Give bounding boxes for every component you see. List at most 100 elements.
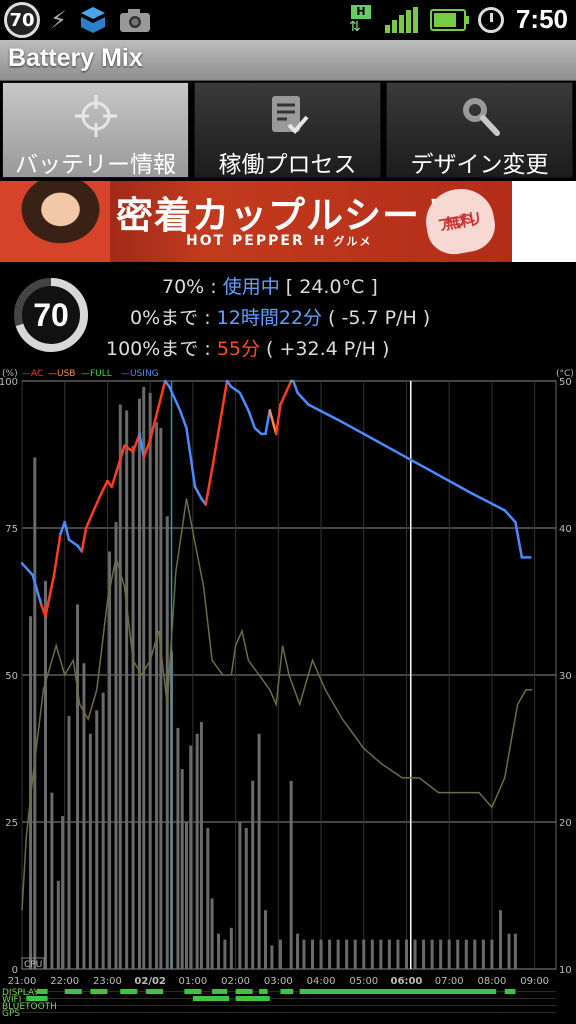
cpu-bar <box>270 945 274 969</box>
clock: 7:50 <box>515 4 568 34</box>
tab-battery-info[interactable]: バッテリー情報 <box>2 82 189 178</box>
cpu-bar <box>67 716 71 969</box>
cpu-bar <box>430 939 434 969</box>
status-segment <box>145 989 163 994</box>
cpu-bar <box>50 792 54 969</box>
cpu-bar <box>362 939 366 969</box>
cpu-bar <box>379 939 383 969</box>
cpu-bar <box>180 769 184 969</box>
cpu-bar <box>210 898 214 969</box>
ad-image[interactable]: 密着カップルシート HOT PEPPER H グルメ 無料 アプリ <box>0 181 512 262</box>
cpu-bar <box>328 939 332 969</box>
battery-line-segment <box>292 379 299 395</box>
left-axis-unit: (%) <box>2 369 18 379</box>
y-tick-label: 25 <box>5 818 18 829</box>
chart-canvas[interactable]: 100 5075 4050 3025 200 1021:00 22:00 23:00 02/02… <box>0 368 576 1024</box>
notification-icons: 70 ⚡ <box>4 2 151 38</box>
battery-line-segment <box>253 426 263 436</box>
status-bar: 70 ⚡ H ⇅ 7:50 <box>0 0 576 40</box>
x-tick-label: 23:00 <box>93 976 122 987</box>
cpu-bar <box>387 939 391 969</box>
status-segment <box>504 989 516 994</box>
status-segment <box>259 989 268 994</box>
x-tick-label: 09:00 <box>520 976 549 987</box>
battery-line-segment <box>97 479 109 500</box>
cpu-bar <box>244 827 248 969</box>
battery-line-segment <box>52 532 62 577</box>
cpu-bar <box>396 939 400 969</box>
ad-banner[interactable]: 密着カップルシート HOT PEPPER H グルメ 無料 アプリ <box>0 181 576 262</box>
tab-label: バッテリー情報 <box>15 152 176 178</box>
cpu-bar <box>184 822 188 969</box>
cpu-bar <box>229 927 233 969</box>
battery-status: 使用中 <box>222 276 280 298</box>
cpu-bar <box>108 551 112 969</box>
cpu-bar <box>76 604 80 969</box>
cpu-bar <box>61 816 65 969</box>
cpu-bar <box>319 939 323 969</box>
x-tick-label: 07:00 <box>435 976 464 987</box>
cpu-bar <box>310 939 314 969</box>
y-tick-label: 0 <box>12 965 18 976</box>
full-label: 100%まで <box>106 338 199 360</box>
status-segment <box>235 989 253 994</box>
tab-running-processes[interactable]: 稼働プロセス <box>194 82 381 178</box>
battery-line-segment <box>67 538 79 547</box>
cpu-bar <box>118 404 122 969</box>
alarm-icon <box>477 6 504 33</box>
battery-history-chart[interactable]: 100 50 75 40 50 30 25 20 0 10 21:00 22:00 23:00 02/02… <box>0 368 576 1024</box>
legend-item-ac: —AC <box>22 369 43 379</box>
cpu-bar <box>217 933 221 969</box>
cpu-bar <box>251 780 255 969</box>
battery-line-segment <box>514 520 524 559</box>
x-tick-label: 21:00 <box>8 976 37 987</box>
battery-line-segment <box>503 509 517 524</box>
cpu-bar <box>289 780 293 969</box>
cpu-bar <box>43 580 47 969</box>
battery-line-segment <box>268 409 278 436</box>
cpu-bar <box>148 392 152 969</box>
battery-mix-badge[interactable]: 70 <box>4 2 40 38</box>
battery-line-segment <box>185 426 197 489</box>
cpu-bar <box>101 692 105 969</box>
signal-icon <box>384 6 418 33</box>
status-segment <box>299 989 497 994</box>
battery-line-segment <box>84 497 101 530</box>
cpu-bar <box>413 939 417 969</box>
battery-level-line: 70% : 使用中 [ 24.0°C ] <box>162 276 378 298</box>
app-title: Battery Mix <box>8 44 143 72</box>
battery-line-segment <box>20 562 34 577</box>
cpu-bar <box>257 733 261 969</box>
cpu-bar <box>473 939 477 969</box>
cpu-bar <box>155 422 159 969</box>
y-tick-label: 50 <box>5 671 18 682</box>
x-tick-label: 01:00 <box>178 976 207 987</box>
status-segment <box>26 996 48 1001</box>
cpu-bar <box>353 939 357 969</box>
cpu-bar <box>490 939 494 969</box>
battery-line-segment <box>193 485 203 500</box>
checklist-icon <box>271 96 309 134</box>
status-segment <box>120 989 138 994</box>
battery-line-segment <box>238 391 250 412</box>
cpu-bar <box>223 939 227 969</box>
cpu-bar <box>302 939 306 969</box>
battery-line-segment <box>306 403 344 424</box>
camera-icon <box>119 9 150 32</box>
empty-rate: ( -5.7 P/H ) <box>328 307 431 329</box>
cpu-bar <box>142 386 146 969</box>
cpu-bar <box>195 733 199 969</box>
system-icons: H ⇅ 7:50 <box>349 4 568 35</box>
crosshair-icon <box>74 95 117 137</box>
battery-percent: 70% <box>162 276 205 298</box>
full-time: 55分 <box>216 338 260 360</box>
x-tick-label: 02/02 <box>134 976 166 987</box>
empty-time: 12時間22分 <box>216 307 322 329</box>
status-segment <box>235 996 270 1001</box>
cpu-bar <box>189 745 193 969</box>
battery-line-segment <box>178 409 188 430</box>
tab-design-change[interactable]: デザイン変更 <box>386 82 573 178</box>
legend-item-full: —FULL <box>81 369 112 379</box>
cpu-bar <box>498 910 502 969</box>
cpu-bar <box>206 827 210 969</box>
